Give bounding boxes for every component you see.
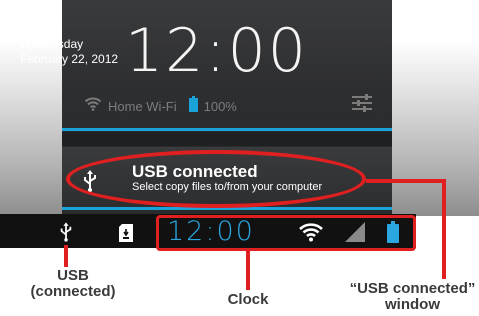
usb-callout-label-text: USB (connected) [30, 267, 116, 300]
panel-clock: 12:00 [125, 16, 308, 86]
clock-callout-label: Clock [227, 291, 269, 308]
window-callout-label-text: “USB connected” window [349, 280, 476, 313]
usb-callout-label: USB (connected) [18, 268, 128, 300]
usb-callout-line [64, 245, 68, 267]
quick-status-row[interactable]: Home Wi-Fi 100% [84, 95, 237, 117]
battery-percent: 100% [203, 98, 237, 114]
statusbar-usb-icon[interactable] [59, 222, 73, 247]
clock-highlight-box [156, 215, 416, 251]
wifi-icon [84, 97, 102, 116]
notification-highlight-ellipse [66, 150, 366, 208]
window-callout-line-v [442, 179, 446, 279]
battery-icon [188, 95, 198, 117]
header-divider [62, 128, 392, 131]
sd-card-icon[interactable] [119, 224, 133, 247]
date-day: Wednesday [20, 37, 84, 51]
wifi-network-name: Home Wi-Fi [108, 98, 177, 114]
panel-gap [62, 132, 392, 146]
window-callout-line-h [366, 179, 446, 183]
date-full: February 22, 2012 [20, 52, 119, 66]
window-callout-label: “USB connected” window [345, 281, 479, 313]
settings-sliders-icon[interactable] [352, 94, 372, 117]
clock-callout-line [246, 250, 250, 290]
